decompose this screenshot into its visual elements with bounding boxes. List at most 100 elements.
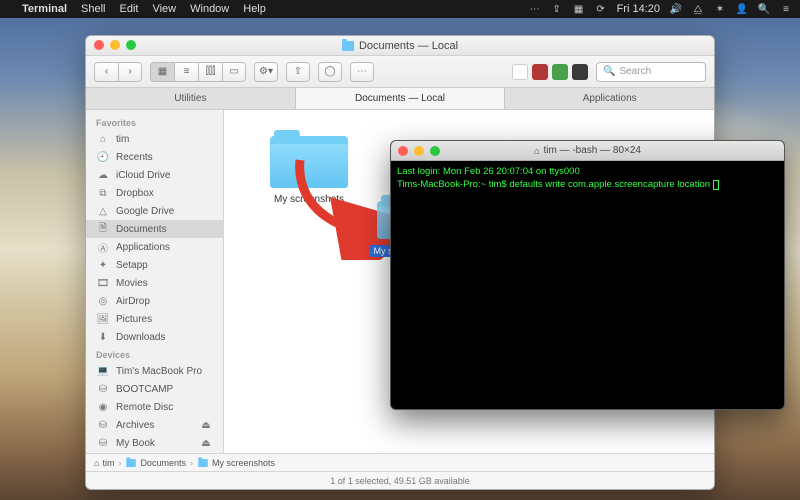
disk-icon: ⛁	[96, 383, 110, 395]
user-icon[interactable]: 👤	[736, 3, 748, 15]
terminal-titlebar[interactable]: ⌂ tim — -bash — 80×24	[391, 141, 784, 161]
folder-icon	[342, 41, 354, 51]
disk-icon: ⛁	[96, 419, 110, 431]
crumb-label[interactable]: My screenshots	[212, 458, 275, 468]
status-icon[interactable]: ⟳	[595, 3, 607, 15]
sidebar-item-downloads[interactable]: ⬇Downloads	[86, 328, 223, 346]
laptop-icon: 💻	[96, 365, 110, 377]
app-icon[interactable]	[552, 64, 568, 80]
sidebar-label: iCloud Drive	[116, 170, 170, 181]
setapp-icon: ✦	[96, 259, 110, 271]
home-icon: ⌂	[96, 133, 110, 145]
sidebar-label: Pictures	[116, 314, 152, 325]
sidebar-item-applications[interactable]: ⒶApplications	[86, 238, 223, 256]
status-icon[interactable]: ✶	[714, 3, 726, 15]
sidebar-item-bootcamp[interactable]: ⛁BOOTCAMP	[86, 380, 223, 398]
menu-shell[interactable]: Shell	[81, 3, 105, 15]
folder-label: My screenshots	[254, 194, 364, 205]
column-view-button[interactable]: ⫿⫿⫿	[198, 62, 222, 82]
minimize-button[interactable]	[414, 146, 424, 156]
zoom-button[interactable]	[430, 146, 440, 156]
sidebar-item-airdrop[interactable]: ◎ AirDrop	[86, 292, 223, 310]
forward-button[interactable]: ›	[118, 62, 142, 82]
sidebar-item-documents[interactable]: 🗎Documents	[86, 220, 223, 238]
folder-icon	[270, 130, 348, 188]
app-menu[interactable]: Terminal	[22, 3, 67, 15]
airdrop-icon: ◎	[96, 295, 110, 307]
menubar: Terminal Shell Edit View Window Help ⋯ ⇪…	[0, 0, 800, 18]
status-icon[interactable]: ⋯	[529, 3, 541, 15]
sidebar-item-macbook[interactable]: 💻 Tim's MacBook Pro	[86, 362, 223, 380]
sidebar-label: Setapp	[116, 260, 148, 271]
zoom-button[interactable]	[126, 40, 136, 50]
terminal-window[interactable]: ⌂ tim — -bash — 80×24 Last login: Mon Fe…	[390, 140, 785, 410]
terminal-body[interactable]: Last login: Mon Feb 26 20:07:04 on ttys0…	[391, 161, 784, 409]
sidebar-item-mybook[interactable]: ⛁My Book⏏	[86, 434, 223, 452]
sidebar-item-gdrive[interactable]: △Google Drive	[86, 202, 223, 220]
sidebar-item-archives[interactable]: ⛁Archives⏏	[86, 416, 223, 434]
app-icon[interactable]	[512, 64, 528, 80]
gallery-view-button[interactable]: ▭	[222, 62, 246, 82]
terminal-command: defaults write com.apple.screencapture l…	[509, 179, 712, 190]
list-view-button[interactable]: ≡	[174, 62, 198, 82]
eject-icon[interactable]: ⏏	[199, 419, 213, 431]
menu-icon[interactable]: ≡	[780, 3, 792, 15]
sidebar-item-setapp[interactable]: ✦ Setapp	[86, 256, 223, 274]
close-button[interactable]	[94, 40, 104, 50]
search-icon[interactable]: 🔍	[758, 3, 770, 15]
finder-tab[interactable]: Applications	[505, 88, 714, 109]
status-text: 1 of 1 selected, 49.51 GB available	[330, 476, 470, 486]
wifi-icon[interactable]: ⧋	[692, 3, 704, 15]
sidebar-item-recents[interactable]: 🕘Recents	[86, 148, 223, 166]
menu-window[interactable]: Window	[190, 3, 229, 15]
sidebar-label: Movies	[116, 278, 148, 289]
folder-icon	[198, 459, 208, 467]
crumb-label[interactable]: Documents	[140, 458, 186, 468]
finder-titlebar[interactable]: Documents — Local	[86, 36, 714, 56]
crumb-label[interactable]: tim	[102, 458, 114, 468]
sidebar-label: Recents	[116, 152, 153, 163]
icon-view-button[interactable]: ▦	[150, 62, 174, 82]
disk-icon: ⛁	[96, 437, 110, 449]
sidebar-label: Applications	[116, 242, 170, 253]
sidebar-label: AirDrop	[116, 296, 150, 307]
volume-icon[interactable]: 🔊	[670, 3, 682, 15]
back-button[interactable]: ‹	[94, 62, 118, 82]
sidebar-item-home[interactable]: ⌂ tim	[86, 130, 223, 148]
minimize-button[interactable]	[110, 40, 120, 50]
terminal-cursor	[713, 180, 719, 190]
status-icon[interactable]: ▦	[573, 3, 585, 15]
share-button[interactable]: ⇧	[286, 62, 310, 82]
sidebar-item-pictures[interactable]: 🖼Pictures	[86, 310, 223, 328]
folder-item[interactable]: My screenshots	[254, 130, 364, 205]
app-icon[interactable]	[532, 64, 548, 80]
menu-edit[interactable]: Edit	[120, 3, 139, 15]
app-icon[interactable]	[572, 64, 588, 80]
sidebar-label: Google Drive	[116, 206, 174, 217]
sidebar-item-remotedisc[interactable]: ◉Remote Disc	[86, 398, 223, 416]
finder-tab-bar: Utilities Documents — Local Applications	[86, 88, 714, 110]
finder-tab[interactable]: Documents — Local	[296, 88, 506, 109]
sidebar-label: Tim's MacBook Pro	[116, 366, 202, 377]
chevron-icon: ›	[118, 458, 121, 468]
menubar-clock[interactable]: Fri 14:20	[617, 3, 660, 15]
terminal-prompt: Tims-MacBook-Pro:~ tim$	[397, 179, 509, 190]
terminal-title: tim — -bash — 80×24	[543, 145, 641, 156]
status-icon[interactable]: ⇪	[551, 3, 563, 15]
home-icon: ⌂	[94, 458, 99, 468]
finder-tab[interactable]: Utilities	[86, 88, 296, 109]
sidebar-item-dropbox[interactable]: ⧉Dropbox	[86, 184, 223, 202]
arrange-button[interactable]: ⚙▾	[254, 62, 278, 82]
menu-view[interactable]: View	[152, 3, 176, 15]
menu-help[interactable]: Help	[243, 3, 266, 15]
sidebar-item-movies[interactable]: 🎞Movies	[86, 274, 223, 292]
search-field[interactable]: 🔍 Search	[596, 62, 706, 82]
action-button[interactable]: ⋯	[350, 62, 374, 82]
eject-icon[interactable]: ⏏	[199, 437, 213, 449]
tags-button[interactable]: ◯	[318, 62, 342, 82]
cloud-icon: ☁	[96, 169, 110, 181]
sidebar-label: tim	[116, 134, 129, 145]
close-button[interactable]	[398, 146, 408, 156]
finder-pathbar[interactable]: ⌂tim › Documents › My screenshots	[86, 453, 714, 471]
sidebar-item-icloud[interactable]: ☁ iCloud Drive	[86, 166, 223, 184]
